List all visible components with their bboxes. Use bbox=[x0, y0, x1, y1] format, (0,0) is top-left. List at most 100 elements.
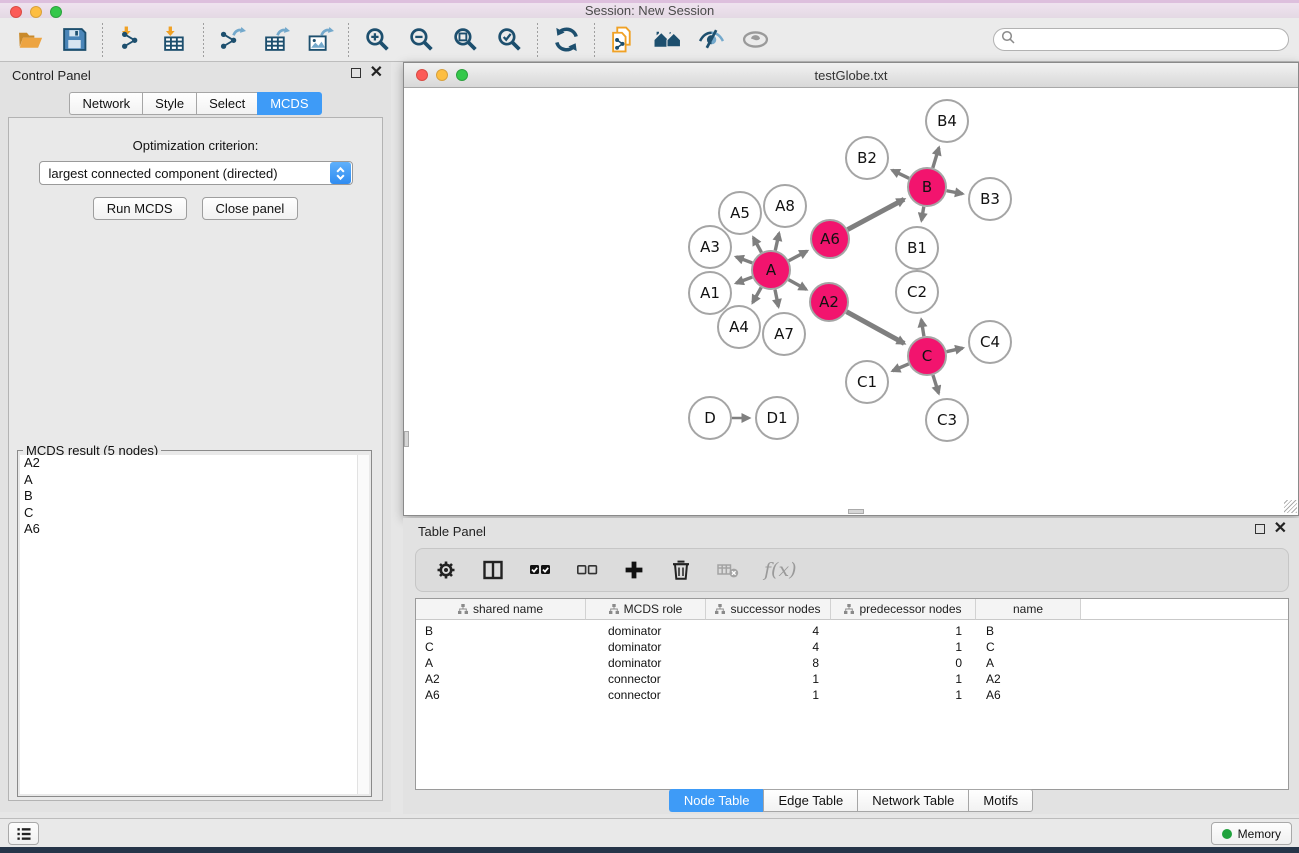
table-row[interactable]: A2connector11A2 bbox=[416, 671, 1288, 687]
node-A8[interactable]: A8 bbox=[764, 185, 806, 227]
edge-B-B2[interactable] bbox=[892, 170, 909, 178]
column-header-MCDS-role[interactable]: MCDS role bbox=[586, 599, 706, 620]
network-graph[interactable]: B4B2BB3A5A8A6A3B1AA1C2A2A4A7C4CC1C3DD1 bbox=[404, 88, 1298, 514]
edge-A-A6[interactable] bbox=[789, 251, 807, 261]
float-table-panel-icon[interactable] bbox=[1255, 524, 1265, 534]
zoom-in-icon[interactable] bbox=[359, 22, 395, 58]
column-header-successor-nodes[interactable]: successor nodes bbox=[706, 599, 831, 620]
save-session-icon[interactable] bbox=[56, 22, 92, 58]
node-B4[interactable]: B4 bbox=[926, 100, 968, 142]
table-tab-motifs[interactable]: Motifs bbox=[968, 789, 1033, 812]
table-row[interactable]: Adominator80A bbox=[416, 655, 1288, 671]
node-A5[interactable]: A5 bbox=[719, 192, 761, 234]
search-field[interactable] bbox=[993, 28, 1289, 51]
horizontal-scrollbar-thumb[interactable] bbox=[848, 509, 864, 514]
import-table-icon[interactable] bbox=[157, 22, 193, 58]
select-all-icon[interactable] bbox=[529, 559, 551, 581]
tab-mcds[interactable]: MCDS bbox=[257, 92, 321, 115]
zoom-out-icon[interactable] bbox=[403, 22, 439, 58]
criterion-dropdown[interactable]: largest connected component (directed) bbox=[39, 161, 353, 185]
table-tab-network-table[interactable]: Network Table bbox=[857, 789, 968, 812]
node-B1[interactable]: B1 bbox=[896, 227, 938, 269]
float-panel-icon[interactable] bbox=[351, 68, 361, 78]
tab-select[interactable]: Select bbox=[196, 92, 257, 115]
edge-A-A8[interactable] bbox=[775, 233, 779, 250]
node-D[interactable]: D bbox=[689, 397, 731, 439]
table-row[interactable]: Bdominator41B bbox=[416, 623, 1288, 639]
edge-A-A1[interactable] bbox=[736, 277, 752, 283]
edge-A2-C[interactable] bbox=[847, 312, 905, 344]
node-C[interactable]: C bbox=[908, 337, 946, 375]
import-network-icon[interactable] bbox=[113, 22, 149, 58]
edge-A-A7[interactable] bbox=[775, 290, 778, 307]
tab-network[interactable]: Network bbox=[69, 92, 142, 115]
edge-B-B1[interactable] bbox=[922, 207, 924, 221]
run-mcds-button[interactable]: Run MCDS bbox=[93, 197, 187, 220]
node-C4[interactable]: C4 bbox=[969, 321, 1011, 363]
table-row[interactable]: A6connector11A6 bbox=[416, 687, 1288, 703]
edge-A6-B[interactable] bbox=[848, 199, 904, 229]
edge-C-C3[interactable] bbox=[933, 375, 939, 393]
node-B3[interactable]: B3 bbox=[969, 178, 1011, 220]
node-table[interactable]: shared nameMCDS rolesuccessor nodesprede… bbox=[415, 598, 1289, 790]
zoom-fit-icon[interactable] bbox=[447, 22, 483, 58]
vertical-scrollbar-thumb[interactable] bbox=[404, 431, 409, 447]
node-D1[interactable]: D1 bbox=[756, 397, 798, 439]
result-node[interactable]: C bbox=[20, 505, 369, 522]
edge-A-A2[interactable] bbox=[789, 280, 807, 290]
column-selector-icon[interactable] bbox=[482, 559, 504, 581]
node-C3[interactable]: C3 bbox=[926, 399, 968, 441]
document-network-icon[interactable] bbox=[605, 22, 641, 58]
table-tab-node-table[interactable]: Node Table bbox=[669, 789, 764, 812]
node-A3[interactable]: A3 bbox=[689, 226, 731, 268]
node-C2[interactable]: C2 bbox=[896, 271, 938, 313]
table-row[interactable]: Cdominator41C bbox=[416, 639, 1288, 655]
node-A4[interactable]: A4 bbox=[718, 306, 760, 348]
houses-icon[interactable] bbox=[649, 22, 685, 58]
edge-B-B4[interactable] bbox=[933, 148, 939, 168]
mcds-result-list[interactable]: A2ABCA6 bbox=[20, 455, 369, 794]
deselect-all-icon[interactable] bbox=[576, 559, 598, 581]
close-panel-icon[interactable]: ✕ bbox=[370, 68, 383, 78]
node-C1[interactable]: C1 bbox=[846, 361, 888, 403]
network-window-titlebar[interactable]: testGlobe.txt bbox=[404, 63, 1298, 88]
column-header-shared-name[interactable]: shared name bbox=[416, 599, 586, 620]
show-eye-icon[interactable] bbox=[737, 22, 773, 58]
result-node[interactable]: A2 bbox=[20, 455, 369, 472]
hide-panels-icon[interactable] bbox=[693, 22, 729, 58]
add-column-icon[interactable] bbox=[623, 559, 645, 581]
delete-column-icon[interactable] bbox=[670, 559, 692, 581]
column-header-predecessor-nodes[interactable]: predecessor nodes bbox=[831, 599, 976, 620]
result-scrollbar[interactable] bbox=[357, 455, 369, 794]
edge-A-A3[interactable] bbox=[736, 257, 752, 263]
network-canvas[interactable]: B4B2BB3A5A8A6A3B1AA1C2A2A4A7C4CC1C3DD1 bbox=[404, 88, 1298, 514]
result-node[interactable]: B bbox=[20, 488, 369, 505]
zoom-selected-icon[interactable] bbox=[491, 22, 527, 58]
column-header-name[interactable]: name bbox=[976, 599, 1081, 620]
tab-style[interactable]: Style bbox=[142, 92, 196, 115]
edge-C-C4[interactable] bbox=[947, 348, 963, 352]
memory-button[interactable]: Memory bbox=[1211, 822, 1292, 845]
edge-A-A5[interactable] bbox=[753, 238, 761, 253]
close-panel-button[interactable]: Close panel bbox=[202, 197, 299, 220]
result-node[interactable]: A6 bbox=[20, 521, 369, 538]
node-B2[interactable]: B2 bbox=[846, 137, 888, 179]
node-A1[interactable]: A1 bbox=[689, 272, 731, 314]
open-session-icon[interactable] bbox=[12, 22, 48, 58]
node-A7[interactable]: A7 bbox=[763, 313, 805, 355]
edge-C-C2[interactable] bbox=[921, 320, 924, 337]
edge-A-A4[interactable] bbox=[753, 287, 762, 302]
task-history-button[interactable] bbox=[8, 822, 39, 845]
search-input[interactable] bbox=[1015, 31, 1288, 49]
export-network-icon[interactable] bbox=[214, 22, 250, 58]
node-A2[interactable]: A2 bbox=[810, 283, 848, 321]
node-A[interactable]: A bbox=[752, 251, 790, 289]
edge-B-B3[interactable] bbox=[947, 191, 963, 194]
window-resize-grip[interactable] bbox=[1284, 500, 1297, 513]
refresh-view-icon[interactable] bbox=[548, 22, 584, 58]
node-A6[interactable]: A6 bbox=[811, 220, 849, 258]
result-node[interactable]: A bbox=[20, 472, 369, 489]
export-table-icon[interactable] bbox=[258, 22, 294, 58]
settings-gear-icon[interactable] bbox=[435, 559, 457, 581]
export-image-icon[interactable] bbox=[302, 22, 338, 58]
